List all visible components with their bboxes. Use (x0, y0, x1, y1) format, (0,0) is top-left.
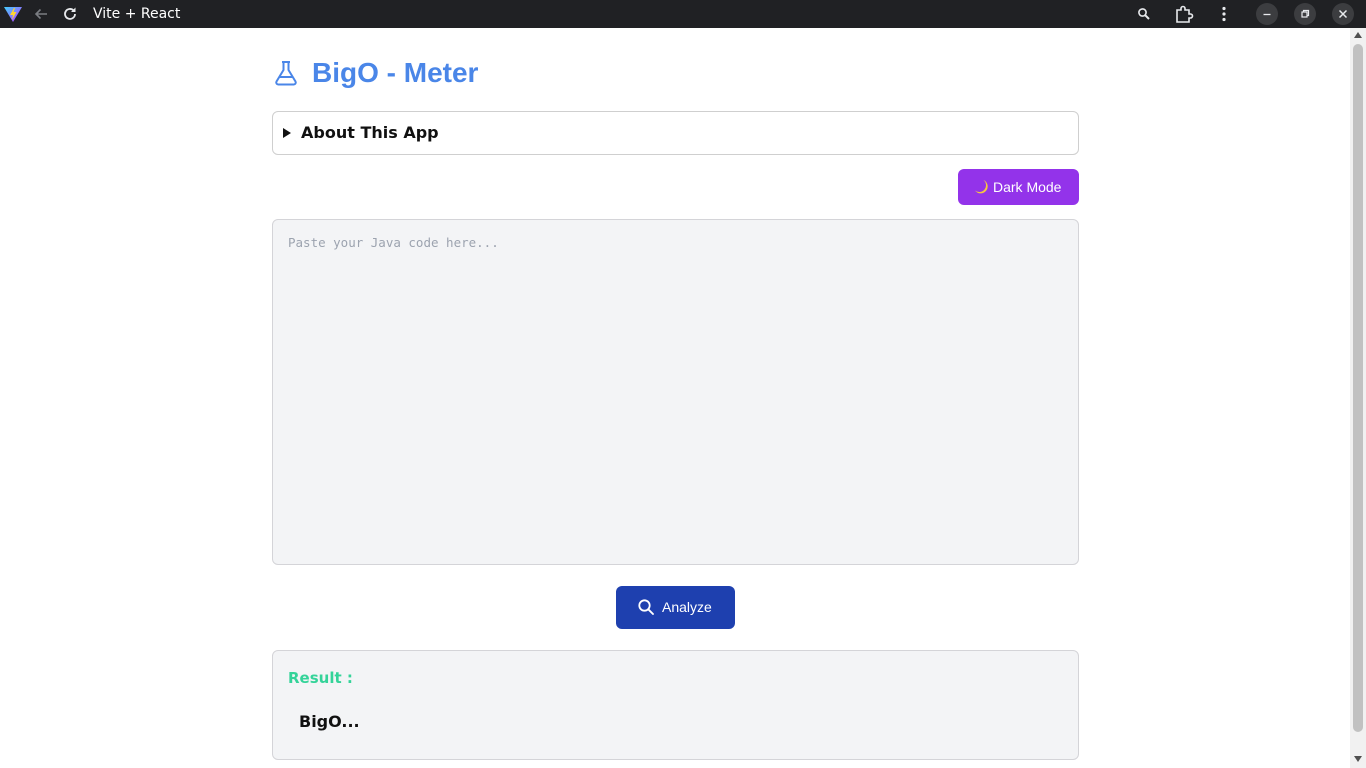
about-label: About This App (301, 123, 439, 142)
tab-title: Vite + React (93, 6, 181, 22)
scroll-up-arrow-icon[interactable] (1354, 32, 1362, 38)
kebab-menu-icon[interactable] (1214, 4, 1234, 24)
browser-toolbar: Vite + React (0, 0, 1366, 28)
flask-icon (275, 61, 297, 86)
moon-icon (975, 180, 988, 194)
minimize-icon (1263, 13, 1271, 16)
analyze-button[interactable]: Analyze (616, 586, 735, 629)
minimize-button[interactable] (1256, 3, 1278, 25)
close-window-button[interactable] (1332, 3, 1354, 25)
caret-right-icon (283, 128, 291, 138)
result-label: Result : (288, 669, 353, 687)
arrow-left-icon[interactable] (31, 4, 51, 24)
puzzle-icon[interactable] (1173, 3, 1195, 25)
java-code-input[interactable] (272, 219, 1079, 565)
restore-button[interactable] (1294, 3, 1316, 25)
about-toggle[interactable]: About This App (272, 111, 1079, 155)
reload-icon[interactable] (60, 4, 80, 24)
result-panel: Result : BigO... (272, 650, 1079, 760)
vite-logo-icon[interactable] (3, 4, 23, 24)
analyze-label: Analyze (662, 599, 712, 615)
scrollbar-thumb[interactable] (1353, 44, 1363, 732)
scroll-down-arrow-icon[interactable] (1354, 756, 1362, 762)
restore-icon (1301, 9, 1310, 18)
zoom-icon[interactable] (1134, 4, 1154, 24)
dark-mode-button[interactable]: Dark Mode (958, 169, 1079, 205)
search-icon (638, 599, 654, 615)
page-title: BigO - Meter (312, 57, 479, 88)
close-icon (1338, 9, 1348, 19)
result-value: BigO... (299, 712, 360, 731)
dark-mode-label: Dark Mode (993, 179, 1062, 195)
